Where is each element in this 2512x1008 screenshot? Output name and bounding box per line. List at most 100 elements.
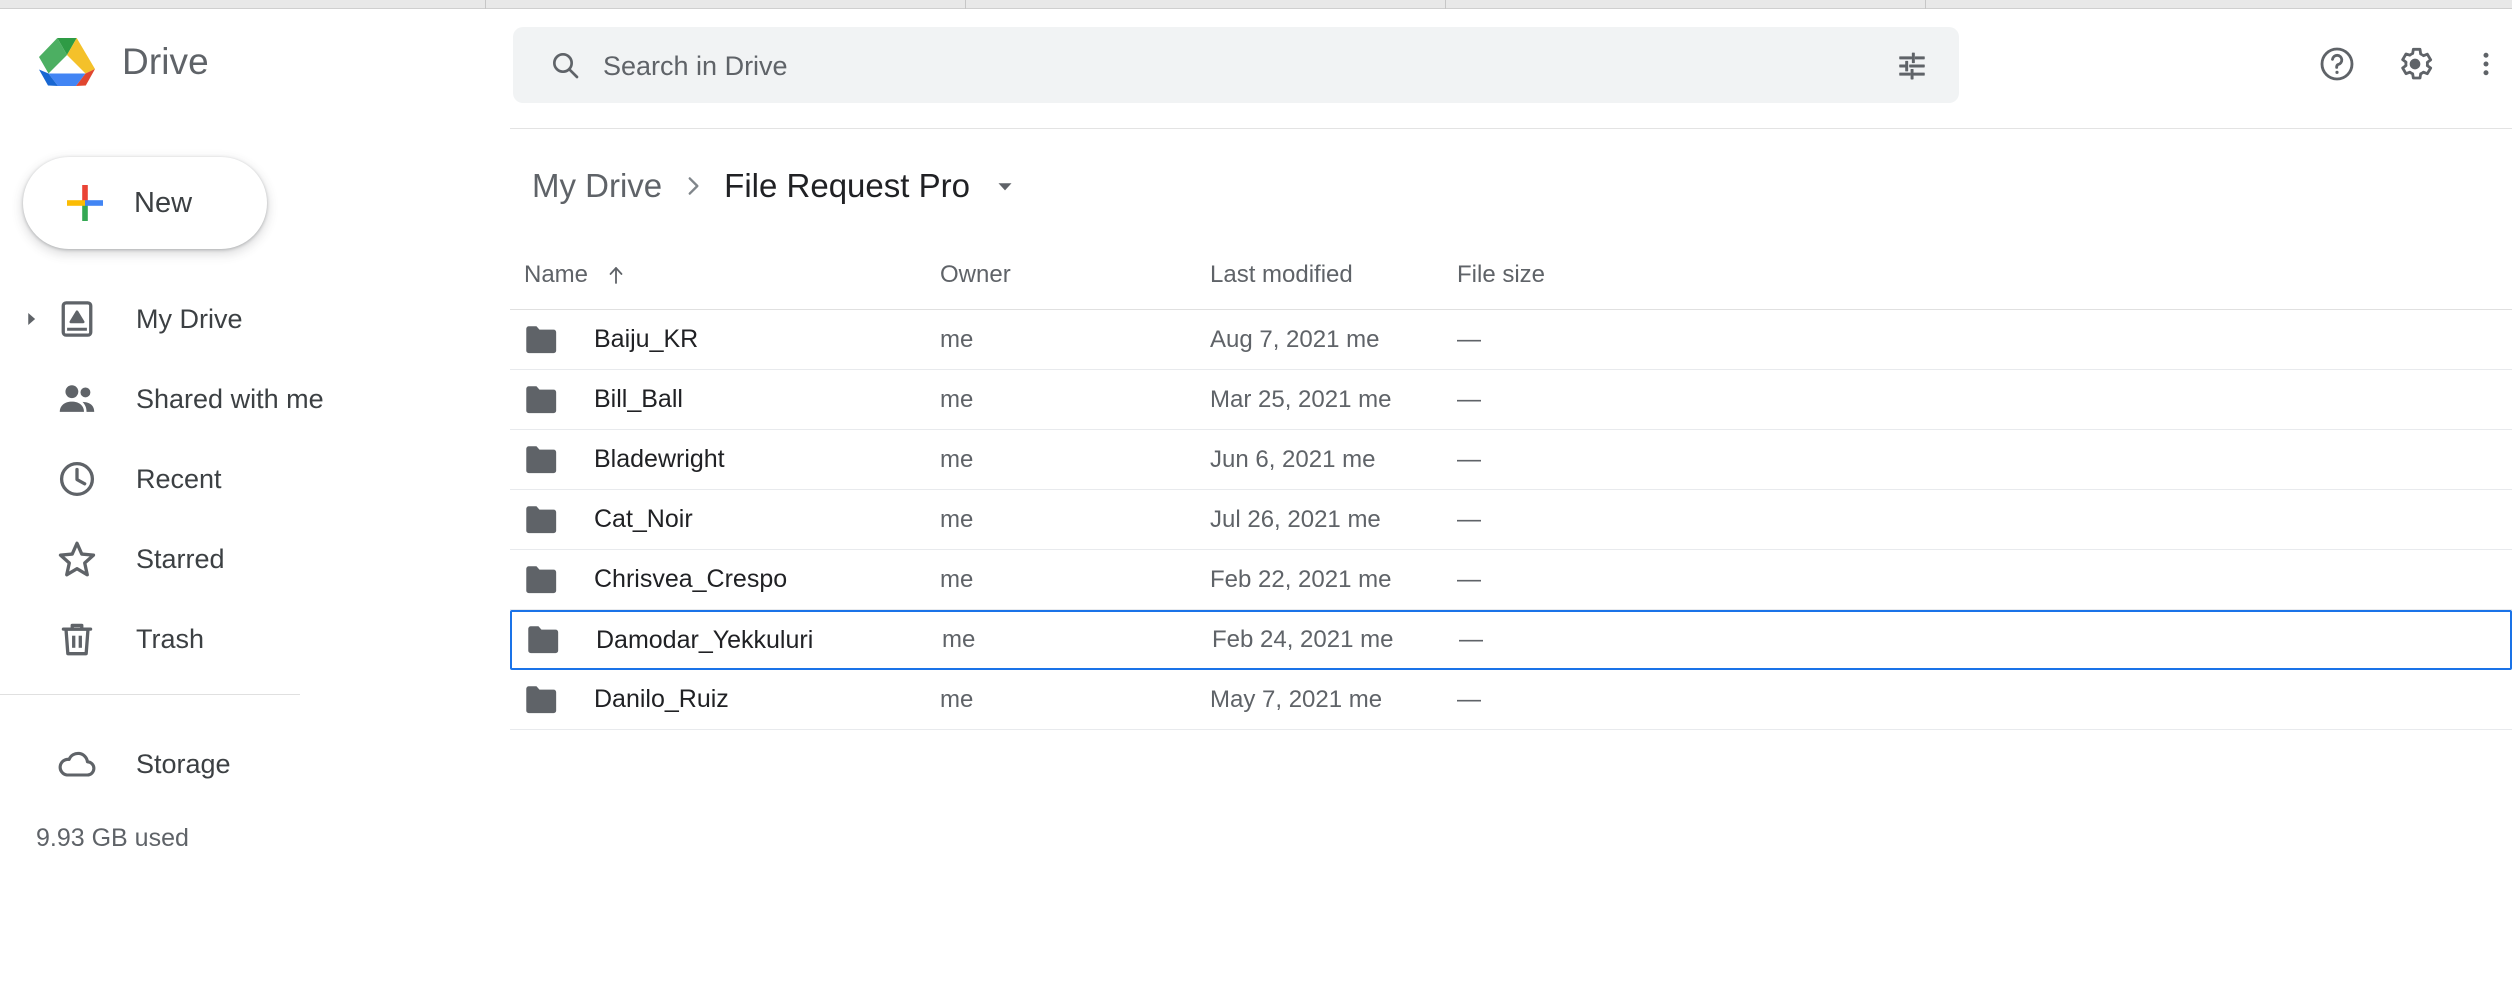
sidebar-item-label: My Drive [136, 303, 243, 334]
cloud-icon [54, 741, 100, 787]
cell-file-size: — [1457, 505, 1481, 533]
cell-name: Chrisvea_Crespo [524, 550, 787, 609]
search-input[interactable] [601, 27, 1835, 105]
cell-owner: me [940, 565, 974, 593]
search-icon [549, 49, 581, 81]
sidebar-item-shared-with-me[interactable]: Shared with me [0, 359, 510, 439]
cell-owner: me [942, 626, 976, 653]
sidebar-divider [0, 694, 300, 695]
file-list: Baiju_KR me Aug 7, 2021 me — Bill_Ball me Mar … [510, 310, 2512, 730]
new-button[interactable]: New [23, 157, 267, 249]
gear-icon[interactable] [2376, 25, 2454, 103]
folder-icon [524, 503, 558, 537]
breadcrumb: My Drive File Request Pro [532, 157, 1018, 215]
sidebar-item-label-storage: Storage [136, 748, 231, 779]
plus-icon [61, 179, 109, 227]
search-bar[interactable] [513, 27, 1959, 105]
cell-last-modified: Feb 24, 2021 me [1212, 626, 1394, 653]
file-name-label: Damodar_Yekkuluri [596, 625, 814, 654]
cell-name: Cat_Noir [524, 490, 693, 549]
table-row[interactable]: Bladewright me Jun 6, 2021 me — [510, 430, 2512, 490]
column-header-name[interactable]: Name [524, 261, 628, 289]
star-icon [54, 536, 100, 582]
column-header-name-label: Name [524, 261, 589, 288]
column-header-modified[interactable]: Last modified [1210, 261, 1353, 289]
arrow-up-icon [604, 263, 628, 287]
cell-file-size: — [1457, 385, 1481, 413]
cell-name: Bill_Ball [524, 370, 683, 429]
cell-owner: me [940, 325, 974, 353]
google-drive-logo [38, 36, 96, 88]
column-header-owner[interactable]: Owner [940, 261, 1011, 289]
sidebar-item-label: Starred [136, 543, 225, 574]
folder-icon [524, 323, 558, 357]
cell-file-size: — [1457, 565, 1481, 593]
new-button-label: New [134, 186, 193, 219]
trash-icon [54, 616, 100, 662]
cell-owner: me [940, 685, 974, 713]
clock-icon [54, 456, 100, 502]
drive-brand[interactable]: Drive [38, 31, 209, 93]
cell-file-size: — [1457, 445, 1481, 473]
browser-tab-divider [965, 0, 966, 9]
cell-name: Baiju_KR [524, 310, 698, 369]
sidebar-item-trash[interactable]: Trash [0, 599, 510, 679]
sidebar-nav: My Drive Shared with me Recent Starred Trash [0, 279, 510, 679]
sidebar-item-my-drive[interactable]: My Drive [0, 279, 510, 359]
table-row[interactable]: Chrisvea_Crespo me Feb 22, 2021 me — [510, 550, 2512, 610]
folder-icon [524, 563, 558, 597]
my-drive-icon [54, 296, 100, 342]
folder-icon [524, 443, 558, 477]
file-name-label: Bill_Ball [594, 385, 683, 413]
cell-file-size: — [1459, 626, 1483, 653]
storage-used-label: 9.93 GB used [36, 824, 189, 852]
folder-icon [524, 383, 558, 417]
brand-name-label: Drive [122, 41, 209, 82]
cell-last-modified: Feb 22, 2021 me [1210, 565, 1392, 593]
sidebar-item-label: Recent [136, 463, 222, 494]
file-name-label: Baiju_KR [594, 325, 699, 353]
table-row[interactable]: Danilo_Ruiz me May 7, 2021 me — [510, 670, 2512, 730]
sidebar: New My Drive Shared with me Recent Starred T… [0, 129, 510, 1008]
sidebar-item-starred[interactable]: Starred [0, 519, 510, 599]
cell-last-modified: Jul 26, 2021 me [1210, 505, 1381, 533]
header-actions [2298, 25, 2512, 103]
drive-app-window: Drive Search in Drive New My Drive Share… [0, 0, 2512, 1008]
sidebar-item-recent[interactable]: Recent [0, 439, 510, 519]
help-icon[interactable] [2298, 25, 2376, 103]
table-row[interactable]: Baiju_KR me Aug 7, 2021 me — [510, 310, 2512, 370]
expand-caret-icon[interactable] [8, 308, 54, 330]
column-header-size[interactable]: File size [1457, 261, 1545, 289]
browser-tab-divider [485, 0, 486, 9]
browser-tab-strip [0, 0, 2512, 9]
sidebar-item-storage[interactable]: Storage [0, 724, 231, 804]
cell-file-size: — [1457, 685, 1481, 713]
folder-icon [526, 623, 560, 657]
breadcrumb-current[interactable]: File Request Pro [724, 167, 970, 205]
main-content: My Drive File Request Pro Name Owner Las… [510, 129, 2512, 1008]
shared-with-me-icon [54, 376, 100, 422]
more-vert-icon[interactable] [2454, 25, 2512, 103]
table-header-row: Name Owner Last modified File size [510, 241, 2512, 309]
sidebar-item-label: Trash [136, 623, 205, 654]
file-name-label: Danilo_Ruiz [594, 685, 729, 713]
cell-last-modified: Aug 7, 2021 me [1210, 325, 1380, 353]
table-row[interactable]: Cat_Noir me Jul 26, 2021 me — [510, 490, 2512, 550]
cell-name: Danilo_Ruiz [524, 670, 729, 729]
table-row[interactable]: Bill_Ball me Mar 25, 2021 me — [510, 370, 2512, 430]
folder-icon [524, 683, 558, 717]
file-name-label: Cat_Noir [594, 505, 693, 533]
browser-tab-divider [1445, 0, 1446, 9]
table-row[interactable]: Damodar_Yekkuluri me Feb 24, 2021 me — [510, 610, 2512, 670]
chevron-right-icon [680, 173, 706, 199]
file-name-label: Bladewright [594, 445, 725, 473]
sidebar-item-label: Shared with me [136, 383, 324, 414]
tune-icon[interactable] [1889, 43, 1935, 89]
cell-owner: me [940, 385, 974, 413]
cell-name: Damodar_Yekkuluri [526, 612, 813, 668]
browser-tab-divider [1925, 0, 1926, 9]
chevron-down-icon[interactable] [992, 173, 1018, 199]
breadcrumb-root[interactable]: My Drive [532, 167, 662, 205]
cell-name: Bladewright [524, 430, 725, 489]
cell-owner: me [940, 445, 974, 473]
